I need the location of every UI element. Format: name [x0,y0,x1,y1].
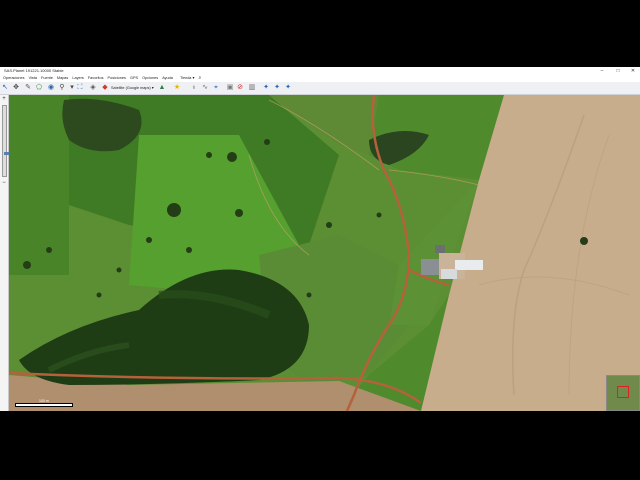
globe-icon[interactable]: ◉ [47,84,55,92]
menu-layers[interactable]: Layers [72,75,83,82]
close-button[interactable]: ✕ [628,67,638,75]
menu-mapas[interactable]: Mapas [57,75,68,82]
placemark-icon[interactable]: ♁ [190,84,198,92]
dropdown-arrow-icon[interactable]: ▾ [68,84,76,92]
zoom-in-icon[interactable]: + [1,96,7,102]
window-title: SAS.Planet 191221.10000 Stable [4,68,64,73]
menu-bar: Operaciones Vista Fuente Mapas Layers Fa… [0,75,640,82]
cursor-icon[interactable]: ↖ [1,84,9,92]
zoom-out-icon[interactable]: − [1,180,7,186]
menu-operaciones[interactable]: Operaciones [3,75,25,82]
polygon-icon[interactable]: ⬠ [35,84,43,92]
mini-map-viewport[interactable] [617,386,629,398]
menu-opciones[interactable]: Opciones [142,75,158,82]
sas-planet-window: SAS.Planet 191221.10000 Stable – □ ✕ Ope… [0,67,640,411]
satellite-imagery [9,95,640,411]
zoom-icon[interactable]: ⚲ [58,84,66,92]
map-source-select[interactable]: Satellite (Google maps) ▾ [111,84,154,92]
hybrid-layer-icon[interactable]: ▲ [158,84,166,92]
grid-icon[interactable]: ▥ [248,84,256,92]
mini-map[interactable] [606,375,640,411]
minimize-button[interactable]: – [597,67,607,75]
menu-ayuda[interactable]: Ayuda [162,75,173,82]
menu-posiciones[interactable]: Posiciones [108,75,126,82]
scale-label: 100 m [39,399,49,403]
favorites-star-icon[interactable]: ★ [173,84,181,92]
scale-bar: 100 m [15,399,73,407]
google-maps-icon[interactable]: ◆ [101,84,109,92]
title-bar: SAS.Planet 191221.10000 Stable – □ ✕ [0,67,640,75]
gps-icon[interactable]: ⌖ [212,84,220,92]
satellite-map-view[interactable]: 100 m [9,95,640,411]
navigation-icon[interactable]: ✦ [262,84,270,92]
menu-favoritos[interactable]: Favoritos [88,75,104,82]
fullscreen-icon[interactable]: ⛶ [76,84,84,92]
search-icon[interactable]: ⌕ [198,75,201,82]
path-icon[interactable]: ∿ [201,84,209,92]
zoom-panel: + − [0,95,9,411]
menu-gps[interactable]: GPS [130,75,138,82]
stop-icon[interactable]: ⊘ [236,84,244,92]
field-left [9,95,69,275]
tracks-icon[interactable]: ✦ [284,84,292,92]
save-icon[interactable]: ▣ [226,84,234,92]
layers-icon[interactable]: ◈ [89,84,97,92]
menu-fuente[interactable]: Fuente [41,75,53,82]
maximize-button[interactable]: □ [613,67,623,75]
marker-icon[interactable]: ✦ [273,84,281,92]
zoom-slider[interactable] [2,105,9,177]
toolbar: ↖ ✥ ✎ ⬠ ◉ ⚲ ▾ ⛶ ◈ ◆ Satellite (Google ma… [0,82,640,95]
menu-tienda[interactable]: Tienda ▾ [180,75,194,82]
move-icon[interactable]: ✥ [12,84,20,92]
ruler-icon[interactable]: ✎ [24,84,32,92]
menu-vista[interactable]: Vista [29,75,37,82]
